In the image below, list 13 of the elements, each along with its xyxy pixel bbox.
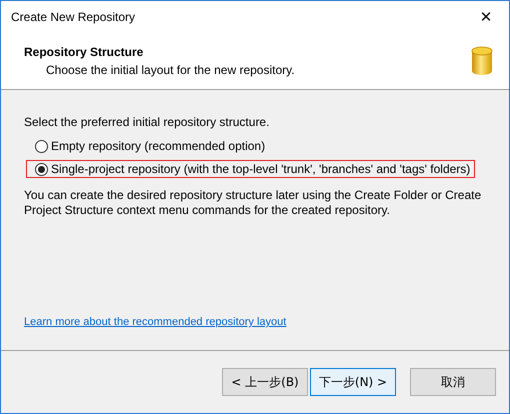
description-text: You can create the desired repository structure later using the Create Folder or Create Project Structure context menu commands for the created repository. [24, 188, 482, 218]
radio-option[interactable]: Empty repository (recommended option) [26, 137, 274, 155]
help-link[interactable]: Learn more about the recommended repository layout [24, 316, 286, 328]
instruction-text: Select the preferred initial repository structure. [24, 115, 270, 129]
close-button[interactable]: ✕ [463, 1, 509, 32]
page-subtitle: Choose the initial layout for the new repository. [45, 62, 295, 76]
page-title: Repository Structure [24, 44, 144, 58]
wizard-button[interactable]: < 上一步(B) [222, 368, 308, 396]
database-icon [471, 46, 493, 76]
wizard-button[interactable]: 取消 [410, 368, 496, 396]
window-title: Create New Repository [11, 10, 136, 24]
wizard-button[interactable]: 下一步(N) > [310, 368, 396, 396]
radio-option[interactable]: Single-project repository (with the top-level 'trunk', 'branches' and 'tags' folders) [26, 160, 476, 178]
